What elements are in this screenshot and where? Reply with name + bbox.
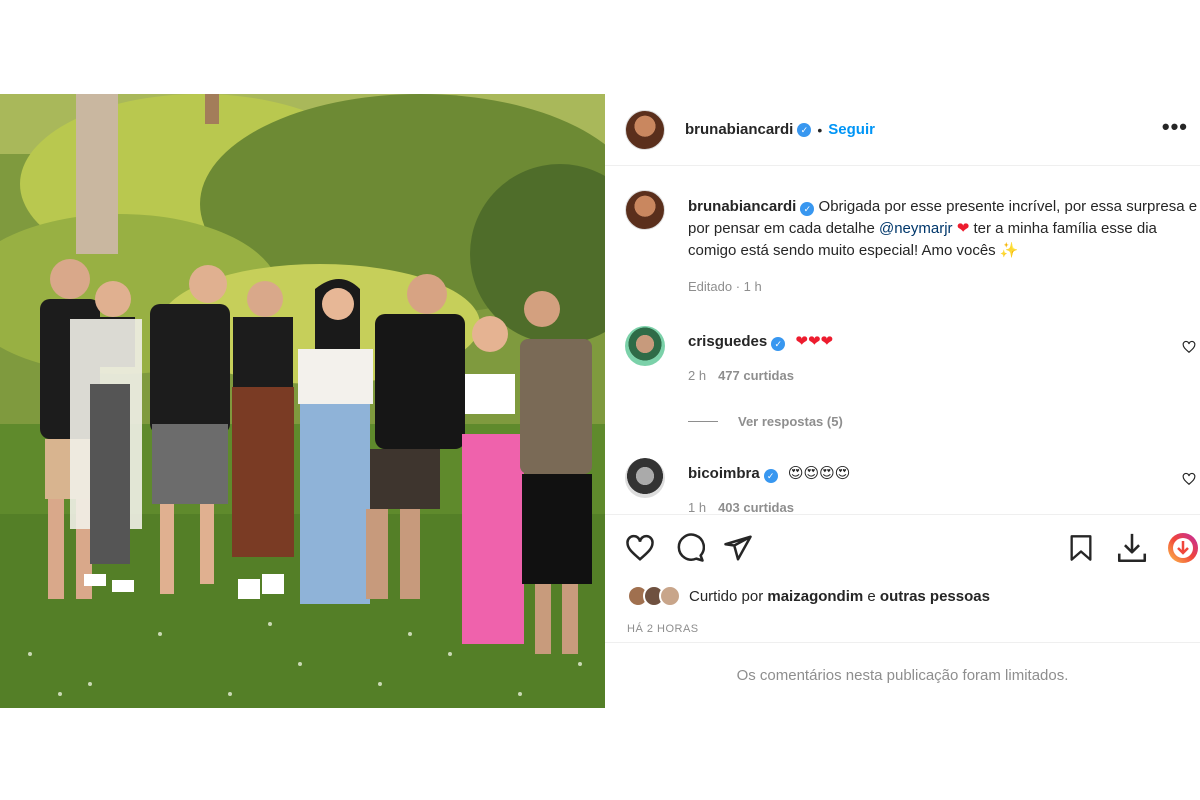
comment-body: 😍😍😍😍 xyxy=(787,465,851,482)
comment-author[interactable]: crisguedes xyxy=(688,333,767,350)
caption-mention[interactable]: @neymarjr xyxy=(879,220,953,237)
post-panel: brunabiancardi ✓ • Seguir ••• brunabianc… xyxy=(605,94,1200,708)
verified-icon: ✓ xyxy=(800,202,815,216)
liked-by-user[interactable]: maizagondim xyxy=(767,588,863,605)
post-photo[interactable] xyxy=(0,94,605,708)
liker-avatar[interactable] xyxy=(659,585,681,607)
liked-by-others[interactable]: outras pessoas xyxy=(880,588,990,605)
post-image xyxy=(0,94,605,708)
comment-time: 2 h xyxy=(688,368,707,383)
view-replies-button[interactable]: Ver respostas (5) xyxy=(688,414,843,429)
like-icon[interactable] xyxy=(625,533,655,563)
comment-like-icon[interactable] xyxy=(1182,340,1196,354)
caption-text: brunabiancardi ✓ Obrigada por esse presen… xyxy=(688,196,1198,298)
verified-icon: ✓ xyxy=(763,469,778,483)
author-avatar[interactable] xyxy=(625,109,665,150)
comment-meta: 1 h 403 curtidas xyxy=(688,500,794,514)
comment-body: ❤❤❤ xyxy=(795,333,834,350)
download-icon[interactable] xyxy=(1115,531,1149,565)
comment-time: 1 h xyxy=(688,500,707,514)
save-icon[interactable] xyxy=(1067,533,1095,563)
follow-button[interactable]: Seguir xyxy=(828,121,875,138)
verified-icon: ✓ xyxy=(797,122,812,137)
commenter-avatar[interactable] xyxy=(625,458,665,498)
caption-meta: Editado · 1 h xyxy=(688,279,762,294)
post-time: HÁ 2 HORAS xyxy=(627,623,699,635)
comment-icon[interactable] xyxy=(675,533,705,563)
liked-by: Curtido por maizagondim e outras pessoas xyxy=(627,585,990,607)
comments-limited-notice: Os comentários nesta publicação foram li… xyxy=(605,642,1200,708)
caption-avatar[interactable] xyxy=(625,190,665,230)
heart-emoji: ❤ xyxy=(952,220,974,237)
replies-label: Ver respostas (5) xyxy=(738,414,843,429)
comment-text: bicoimbra ✓ 😍😍😍😍 xyxy=(688,464,850,483)
verified-icon: ✓ xyxy=(771,337,786,351)
comment-likes[interactable]: 477 curtidas xyxy=(718,368,794,383)
liked-by-text: Curtido por maizagondim e outras pessoas xyxy=(689,588,990,605)
liked-by-prefix: Curtido por xyxy=(689,587,768,605)
post-header: brunabiancardi ✓ • Seguir ••• xyxy=(605,94,1200,166)
author-username[interactable]: brunabiancardi xyxy=(685,121,793,138)
extension-icon[interactable] xyxy=(1166,531,1200,565)
replies-line xyxy=(688,421,718,422)
header-separator: • xyxy=(817,121,823,138)
liked-by-and: e xyxy=(863,587,880,605)
more-icon[interactable]: ••• xyxy=(1162,116,1188,138)
comment-text: crisguedes ✓ ❤❤❤ xyxy=(688,332,833,351)
commenter-avatar[interactable] xyxy=(625,326,665,366)
comments-section[interactable]: brunabiancardi ✓ Obrigada por esse presen… xyxy=(605,166,1200,514)
comment-author[interactable]: bicoimbra xyxy=(688,465,760,482)
comment-meta: 2 h 477 curtidas xyxy=(688,368,794,383)
comment-likes[interactable]: 403 curtidas xyxy=(718,500,794,514)
caption-author[interactable]: brunabiancardi xyxy=(688,198,796,215)
share-icon[interactable] xyxy=(723,533,753,563)
comment-like-icon[interactable] xyxy=(1182,472,1196,486)
